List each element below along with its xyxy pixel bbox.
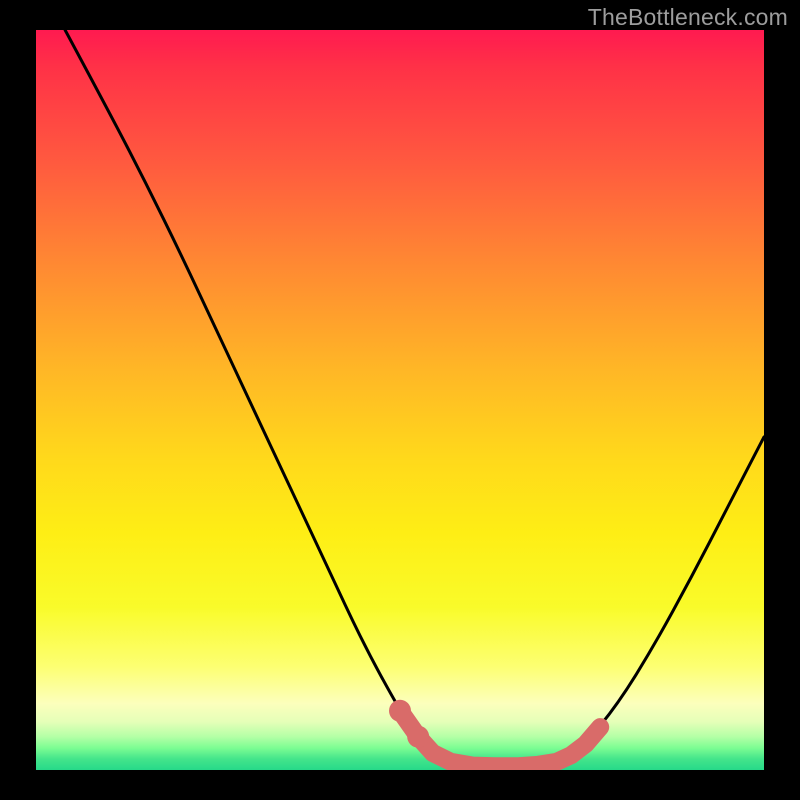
- marker-dot: [407, 726, 429, 748]
- marker-path: [400, 711, 600, 767]
- chart-frame: [36, 30, 764, 770]
- marker-dot: [389, 700, 411, 722]
- curve-markers: [389, 700, 600, 767]
- curve-svg: [36, 30, 764, 770]
- plot-area: [36, 30, 764, 770]
- bottleneck-curve: [65, 30, 764, 766]
- watermark-text: TheBottleneck.com: [588, 4, 788, 31]
